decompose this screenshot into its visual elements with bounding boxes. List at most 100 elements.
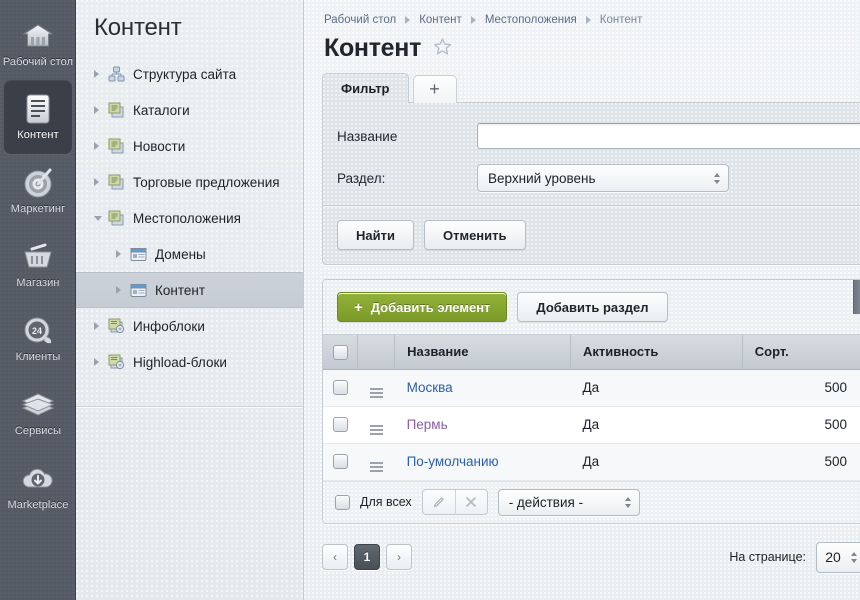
cancel-filter-button[interactable]: Отменить [424,220,526,250]
filter-name-input[interactable] [477,123,860,149]
window-icon [130,283,152,298]
row-name-link[interactable]: По-умолчанию [407,454,499,469]
add-element-button[interactable]: + Добавить элемент [337,292,507,322]
grid-action-bar: Для всех - действия - [323,481,860,523]
svg-text:24: 24 [32,326,42,336]
tree-item-label: Новости [130,139,185,154]
chevron-right-icon[interactable] [94,106,108,114]
iblock-settings-icon [108,354,130,370]
per-page-select[interactable]: 20 [816,542,860,573]
page-number-1[interactable]: 1 [354,544,380,570]
for-all-label: Для всех [360,495,412,509]
nav-item-label: Клиенты [16,351,61,364]
tab-add-filter[interactable]: + [413,75,457,103]
support-24-icon: 24 [22,314,54,348]
row-checkbox-cell [323,369,358,406]
filter-actions: Найти Отменить [323,207,860,264]
window-icon [130,247,152,262]
select-all-checkbox[interactable] [333,345,348,360]
filter-body: Название Раздел: Верхний уровень Найти О… [322,102,860,265]
row-drag-cell [358,443,395,480]
tree-item-offers[interactable]: Торговые предложения [76,164,303,200]
page-prev-button[interactable]: ‹ [322,544,348,570]
row-checkbox-cell [323,443,358,480]
tree-item-highload-blocks[interactable]: Highload-блоки [76,344,303,380]
row-sort-cell: 500 [742,369,860,406]
table-row[interactable]: Пермь Да 500 [323,406,860,443]
grid-header-drag-col [358,335,395,369]
nav-item-clients[interactable]: 24 Клиенты [0,302,76,376]
filter-row-name: Название [323,115,860,157]
pencil-icon[interactable] [423,490,455,514]
search-button[interactable]: Найти [337,220,414,250]
filter-section-select[interactable]: Верхний уровень [477,164,729,192]
add-section-button[interactable]: Добавить раздел [517,292,667,322]
star-outline-icon[interactable] [433,37,452,60]
home-icon [23,19,53,53]
nav-item-services[interactable]: Сервисы [0,376,76,450]
row-name-link[interactable]: Пермь [407,417,448,432]
nav-item-marketing[interactable]: Маркетинг [0,154,76,228]
chevron-right-icon[interactable] [116,286,130,294]
basket-icon [21,240,55,274]
row-name-link[interactable]: Москва [407,380,453,395]
tree-item-infoblocks[interactable]: Инфоблоки [76,308,303,344]
tree-panel-title: Контент [76,0,303,56]
select-arrows-icon [714,173,720,184]
nav-item-label: Marketplace [7,499,68,512]
nav-item-marketplace[interactable]: Marketplace [0,450,76,524]
drag-handle-icon[interactable] [370,462,383,472]
grid-actions-select[interactable]: - действия - [498,489,640,516]
tree-item-catalogs[interactable]: Каталоги [76,92,303,128]
add-element-label: Добавить элемент [371,300,491,315]
chevron-right-icon[interactable] [94,322,108,330]
breadcrumb-item-desktop[interactable]: Рабочий стол [324,14,396,26]
row-checkbox[interactable] [333,380,348,395]
chevron-right-icon[interactable] [94,178,108,186]
breadcrumb: Рабочий стол Контент Местоположения Конт… [320,0,860,28]
grid-table: Название Активность Сорт. М [323,335,860,481]
breadcrumb-item-locations[interactable]: Местоположения [485,14,577,26]
cross-icon[interactable] [455,490,487,514]
row-checkbox[interactable] [333,417,348,432]
row-checkbox-cell [323,406,358,443]
nav-item-desktop[interactable]: Рабочий стол [0,6,76,80]
nav-item-content[interactable]: Контент [4,80,72,154]
chevron-down-icon[interactable] [94,216,108,221]
page-next-button[interactable]: › [386,544,412,570]
grid-body: Москва Да 500 Пермь [323,369,860,480]
content-tree-panel: Контент Структура сайта [76,0,304,600]
per-page-control: На странице: 20 [729,542,860,573]
grid-header-active[interactable]: Активность [570,335,742,369]
tree-item-site-structure[interactable]: Структура сайта [76,56,303,92]
row-checkbox[interactable] [333,454,348,469]
tree-item-locations[interactable]: Местоположения [76,200,303,236]
content-grid: + Добавить элемент Добавить раздел Назва… [322,279,860,524]
chevron-right-icon[interactable] [94,142,108,150]
drag-handle-icon[interactable] [370,425,383,435]
tree-item-news[interactable]: Новости [76,128,303,164]
tree-item-content-selected[interactable]: Контент [76,272,303,308]
grid-header-name[interactable]: Название [395,335,571,369]
select-all-rows-checkbox[interactable] [335,495,350,510]
chevron-right-icon[interactable] [116,250,130,258]
row-sort-cell: 500 [742,443,860,480]
filter-row-section: Раздел: Верхний уровень [323,157,860,199]
table-row[interactable]: По-умолчанию Да 500 [323,443,860,480]
grid-header-sort[interactable]: Сорт. [742,335,860,369]
tab-filter[interactable]: Фильтр [322,73,409,103]
table-row[interactable]: Москва Да 500 [323,369,860,406]
grid-horizontal-scrollbar[interactable] [853,280,860,314]
filter-tabs: Фильтр + [322,73,860,103]
row-name-cell: По-умолчанию [395,443,571,480]
filter-label-section: Раздел: [337,171,477,186]
tree-item-label: Контент [152,283,205,298]
drag-handle-icon[interactable] [370,388,383,398]
chevron-right-icon[interactable] [94,358,108,366]
row-drag-cell [358,369,395,406]
chevron-right-icon[interactable] [94,70,108,78]
breadcrumb-item-content[interactable]: Контент [419,14,462,26]
nav-item-shop[interactable]: Магазин [0,228,76,302]
tree-item-domains[interactable]: Домены [76,236,303,272]
breadcrumb-item-current[interactable]: Контент [600,14,643,26]
